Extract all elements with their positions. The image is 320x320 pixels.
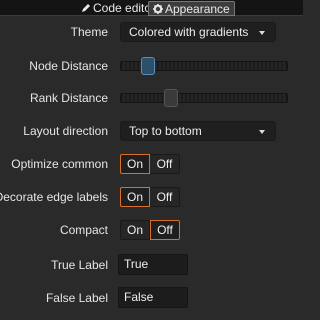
node-distance-slider-handle[interactable]	[141, 57, 155, 75]
tab-bar: Code editor Appearance	[0, 0, 303, 16]
gear-icon	[153, 3, 163, 14]
pencil-icon	[82, 4, 90, 12]
appearance-panel: Code editor Appearance Theme Colored wit…	[0, 0, 303, 320]
chevron-down-icon	[259, 31, 265, 35]
decorate-edge-labels-off-button[interactable]: Off	[150, 187, 180, 207]
compact-on-button[interactable]: On	[120, 220, 150, 240]
rank-distance-slider[interactable]	[120, 89, 288, 107]
compact-label: Compact	[59, 223, 108, 237]
theme-label: Theme	[70, 25, 108, 39]
layout-direction-row: Layout direction Top to bottom	[0, 119, 303, 143]
chevron-down-icon	[259, 130, 265, 134]
decorate-edge-labels-on-button[interactable]: On	[120, 187, 150, 207]
theme-select-value: Colored with gradients	[129, 25, 249, 39]
node-distance-slider[interactable]	[120, 57, 288, 75]
compact-off-button[interactable]: Off	[150, 220, 180, 240]
layout-direction-select[interactable]: Top to bottom	[120, 121, 276, 141]
rank-distance-slider-handle[interactable]	[164, 89, 178, 107]
theme-row: Theme Colored with gradients	[0, 20, 303, 44]
true-label-input[interactable]: True	[118, 254, 188, 275]
layout-direction-select-value: Top to bottom	[129, 124, 202, 138]
node-distance-row: Node Distance	[0, 54, 303, 78]
optimize-common-row: Optimize common On Off	[0, 152, 303, 176]
optimize-common-off-button[interactable]: Off	[150, 154, 180, 174]
false-label-label: False Label	[45, 291, 108, 305]
true-label-row: True Label True	[0, 253, 303, 277]
false-label-input[interactable]: False	[118, 287, 188, 308]
compact-toggle: On Off	[120, 220, 180, 240]
rank-distance-row: Rank Distance	[0, 86, 303, 110]
tab-code-editor[interactable]: Code editor	[77, 1, 159, 15]
decorate-edge-labels-label: Decorate edge labels	[0, 190, 108, 204]
decorate-edge-labels-toggle: On Off	[120, 187, 180, 207]
decorate-edge-labels-row: Decorate edge labels On Off	[0, 185, 303, 209]
tab-appearance-label: Appearance	[165, 1, 230, 16]
true-label-label: True Label	[51, 258, 108, 272]
optimize-common-label: Optimize common	[11, 157, 108, 171]
compact-row: Compact On Off	[0, 218, 303, 242]
layout-direction-label: Layout direction	[23, 124, 108, 138]
tab-appearance[interactable]: Appearance	[148, 1, 235, 16]
rank-distance-label: Rank Distance	[29, 91, 108, 105]
theme-select[interactable]: Colored with gradients	[120, 22, 276, 42]
optimize-common-on-button[interactable]: On	[120, 154, 150, 174]
false-label-row: False Label False	[0, 286, 303, 310]
optimize-common-toggle: On Off	[120, 154, 180, 174]
node-distance-label: Node Distance	[29, 59, 108, 73]
tab-code-editor-label: Code editor	[93, 1, 156, 15]
